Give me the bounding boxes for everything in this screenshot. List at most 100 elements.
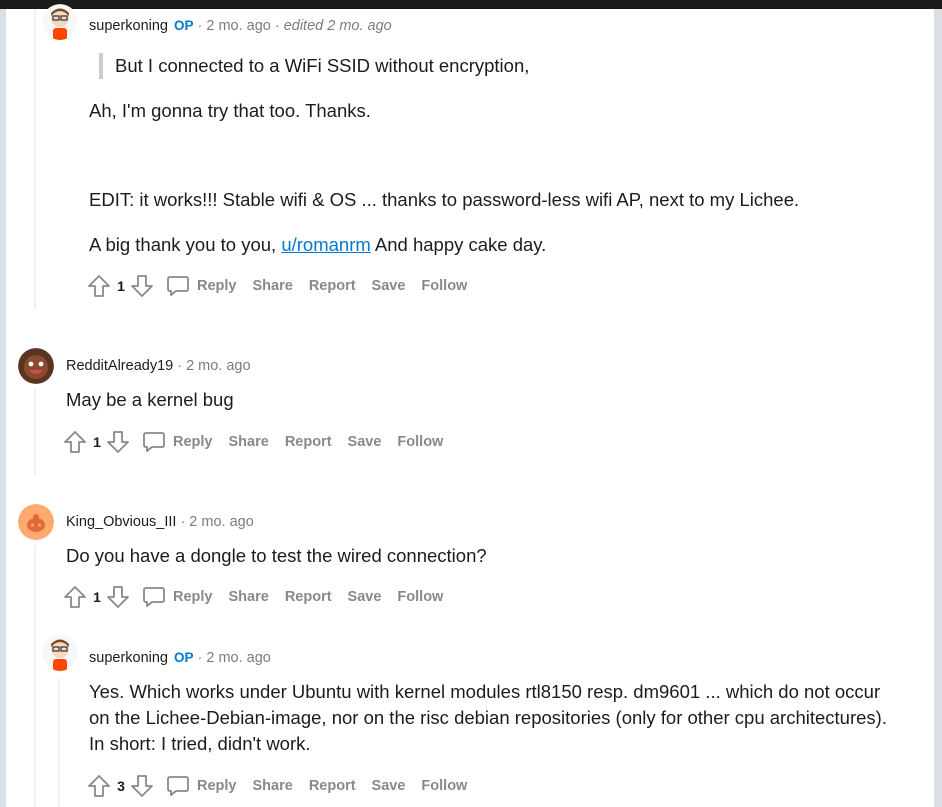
- comment-actions: 3 Reply Share Report Save Follow: [87, 771, 467, 801]
- comment-line: May be a kernel bug: [66, 389, 234, 410]
- comment-meta: superkoning OP · 2 mo. ago: [89, 650, 271, 666]
- share-button[interactable]: Share: [253, 778, 293, 794]
- avatar[interactable]: [18, 504, 54, 540]
- share-label: Share: [252, 278, 293, 294]
- avatar[interactable]: [42, 635, 78, 671]
- follow-label: Follow: [421, 778, 468, 794]
- share-label: Share: [252, 778, 293, 794]
- vote-score: 3: [117, 778, 125, 794]
- save-button[interactable]: Save: [348, 589, 382, 605]
- report-label: Report: [308, 778, 356, 794]
- author-name[interactable]: RedditAlready19: [66, 358, 173, 374]
- user-link[interactable]: u/romanrm: [281, 234, 370, 255]
- author-name[interactable]: superkoning: [89, 18, 168, 34]
- timestamp[interactable]: 2 mo. ago: [186, 358, 251, 374]
- avatar[interactable]: [42, 4, 78, 40]
- save-button[interactable]: Save: [372, 278, 406, 294]
- vote-controls: 1: [87, 274, 154, 298]
- downvote-arrow-icon[interactable]: [130, 274, 154, 298]
- edited-label: edited 2 mo. ago: [283, 18, 392, 34]
- downvote-arrow-icon[interactable]: [106, 430, 130, 454]
- speech-bubble-icon: [167, 776, 189, 796]
- save-label: Save: [371, 778, 406, 794]
- upvote-arrow-icon[interactable]: [87, 274, 111, 298]
- vote-score: 1: [117, 278, 125, 294]
- comment-actions: 1 Reply Share Report Save Follow: [87, 271, 467, 301]
- save-button[interactable]: Save: [348, 434, 382, 450]
- timestamp[interactable]: 2 mo. ago: [189, 514, 254, 530]
- reply-button[interactable]: Reply: [166, 774, 237, 798]
- speech-bubble-icon: [143, 587, 165, 607]
- downvote-arrow-icon[interactable]: [130, 774, 154, 798]
- vote-controls: 1: [63, 585, 130, 609]
- snoo-avatar-icon: [18, 504, 54, 540]
- report-button[interactable]: Report: [285, 589, 332, 605]
- op-badge: OP: [174, 650, 194, 665]
- comment-actions: 1 Reply Share Report Save Follow: [63, 582, 443, 612]
- snoo-avatar-icon: [42, 635, 78, 671]
- save-label: Save: [347, 434, 382, 450]
- comment-line: Ah, I'm gonna try that too. Thanks.: [89, 100, 371, 121]
- vote-controls: 1: [63, 430, 130, 454]
- upvote-arrow-icon[interactable]: [63, 430, 87, 454]
- share-label: Share: [228, 434, 269, 450]
- share-button[interactable]: Share: [253, 278, 293, 294]
- author-name[interactable]: superkoning: [89, 650, 168, 666]
- snoo-avatar-icon: [42, 4, 78, 40]
- share-button[interactable]: Share: [229, 434, 269, 450]
- comment-actions: 1 Reply Share Report Save Follow: [63, 427, 443, 457]
- reply-button[interactable]: Reply: [142, 430, 213, 454]
- follow-button[interactable]: Follow: [397, 589, 443, 605]
- report-label: Report: [284, 589, 332, 605]
- comment-meta: King_Obvious_III · 2 mo. ago: [66, 514, 254, 530]
- text-fragment: A big thank you to you,: [89, 234, 282, 255]
- comment-body-text: Ah, I'm gonna try that too. Thanks.: [89, 98, 919, 124]
- thread-line[interactable]: [34, 389, 36, 475]
- vote-score: 1: [93, 589, 101, 605]
- share-label: Share: [228, 589, 269, 605]
- op-badge: OP: [174, 18, 194, 33]
- reply-button[interactable]: Reply: [166, 274, 237, 298]
- top-bar: [0, 0, 942, 9]
- comment-line: Yes. Which works under Ubuntu with kerne…: [89, 681, 887, 754]
- save-button[interactable]: Save: [372, 778, 406, 794]
- reply-label: Reply: [173, 434, 213, 450]
- follow-label: Follow: [397, 434, 444, 450]
- timestamp[interactable]: 2 mo. ago: [206, 18, 271, 34]
- report-label: Report: [308, 278, 356, 294]
- comment-body-text: Do you have a dongle to test the wired c…: [66, 543, 916, 569]
- report-button[interactable]: Report: [285, 434, 332, 450]
- upvote-arrow-icon[interactable]: [87, 774, 111, 798]
- downvote-arrow-icon[interactable]: [106, 585, 130, 609]
- comment-thread: superkoning OP · 2 mo. ago · edited 2 mo. ago…: [6, 4, 934, 807]
- comment-body-text: EDIT: it works!!! Stable wifi & OS ... t…: [89, 187, 919, 213]
- report-button[interactable]: Report: [309, 778, 356, 794]
- comment-body-text: A big thank you to you, u/romanrm And ha…: [89, 232, 919, 258]
- vote-score: 1: [93, 434, 101, 450]
- blockquote: But I connected to a WiFi SSID without e…: [99, 53, 919, 79]
- upvote-arrow-icon[interactable]: [63, 585, 87, 609]
- comment-meta: RedditAlready19 · 2 mo. ago: [66, 358, 251, 374]
- avatar[interactable]: [18, 348, 54, 384]
- follow-label: Follow: [397, 589, 444, 605]
- comment-line: A big thank you to you, u/romanrm And ha…: [89, 232, 919, 258]
- follow-button[interactable]: Follow: [421, 278, 467, 294]
- snoo-avatar-icon: [18, 348, 54, 384]
- share-button[interactable]: Share: [229, 589, 269, 605]
- save-label: Save: [371, 278, 406, 294]
- follow-button[interactable]: Follow: [421, 778, 467, 794]
- follow-label: Follow: [421, 278, 468, 294]
- speech-bubble-icon: [143, 432, 165, 452]
- reply-button[interactable]: Reply: [142, 585, 213, 609]
- thread-line[interactable]: [34, 9, 36, 309]
- reply-label: Reply: [173, 589, 213, 605]
- save-label: Save: [347, 589, 382, 605]
- report-button[interactable]: Report: [309, 278, 356, 294]
- thread-line[interactable]: [58, 679, 60, 807]
- timestamp[interactable]: 2 mo. ago: [206, 650, 271, 666]
- comment-body: But I connected to a WiFi SSID without e…: [99, 53, 919, 79]
- vote-controls: 3: [87, 774, 154, 798]
- author-name[interactable]: King_Obvious_III: [66, 514, 176, 530]
- thread-line[interactable]: [34, 545, 36, 807]
- follow-button[interactable]: Follow: [397, 434, 443, 450]
